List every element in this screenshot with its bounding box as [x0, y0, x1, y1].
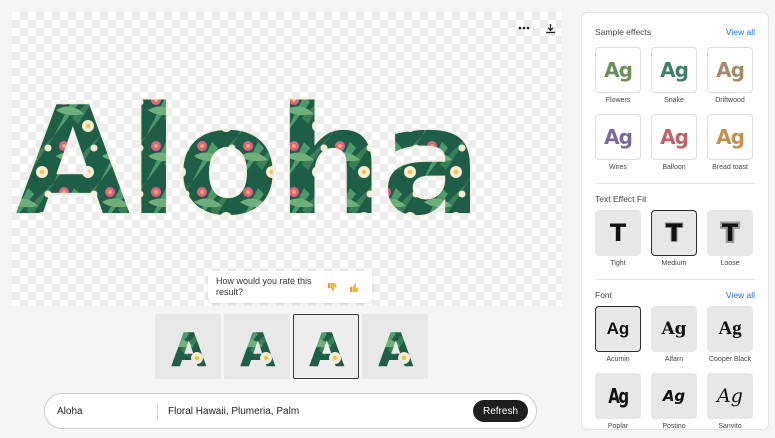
font-thumbnail: Ag — [707, 306, 753, 352]
download-icon[interactable] — [542, 20, 558, 36]
thumbs-down-icon[interactable] — [322, 277, 342, 297]
thumbs-up-icon[interactable] — [344, 277, 364, 297]
section-title: Font — [595, 290, 613, 300]
variation-letter: A — [240, 323, 276, 372]
text-effect-fit-header: Text Effect Fit — [595, 192, 755, 206]
canvas-toolbar — [516, 20, 558, 36]
section-divider — [595, 183, 755, 184]
canvas-area: Aloha How would you rate this result? A … — [0, 0, 572, 438]
effect-label: Bread toast — [712, 164, 748, 171]
fit-glyph: T — [665, 219, 683, 247]
effect-label: Wires — [609, 164, 627, 171]
variation-letter: A — [378, 323, 414, 372]
fit-loose[interactable]: T Loose — [707, 210, 753, 269]
variation-thumbnail[interactable]: A — [362, 314, 428, 379]
font-preview: Ag — [608, 384, 629, 408]
fit-label: Tight — [610, 260, 626, 267]
style-prompt-input[interactable]: Floral Hawaii, Plumeria, Palm — [168, 406, 473, 417]
rating-popover: How would you rate this result? — [208, 271, 372, 303]
options-panel: Sample effects View all Ag Flowers Ag Sn… — [581, 12, 769, 430]
effect-preview: Ag — [660, 58, 689, 82]
font-preview: Ag — [661, 319, 687, 339]
effect-driftwood[interactable]: Ag Driftwood — [707, 47, 753, 106]
effect-thumbnail: Ag — [651, 114, 697, 160]
fit-medium[interactable]: T Medium — [651, 210, 697, 269]
effect-thumbnail: Ag — [651, 47, 697, 93]
ellipsis-icon[interactable] — [516, 20, 532, 36]
fit-label: Loose — [720, 260, 740, 267]
font-alfarn[interactable]: Ag Alfarn — [651, 306, 697, 365]
effect-snake[interactable]: Ag Snake — [651, 47, 697, 106]
font-sanvito[interactable]: Ag Sanvito — [707, 373, 753, 432]
font-preview: Ag — [718, 318, 742, 339]
font-label: Alfarn — [664, 356, 684, 363]
effect-label: Flowers — [605, 97, 631, 104]
font-thumbnail: Ag — [595, 373, 641, 419]
effect-thumbnail: Ag — [707, 47, 753, 93]
effect-wires[interactable]: Ag Wires — [595, 114, 641, 173]
effect-preview: Ag — [604, 58, 633, 82]
fit-glyph: T — [721, 219, 739, 247]
effect-thumbnail: Ag — [595, 114, 641, 160]
font-thumbnail: Ag — [651, 306, 697, 352]
effect-preview: Ag — [716, 58, 745, 82]
font-label: Sanvito — [718, 423, 742, 430]
variation-thumbnail-selected[interactable]: A — [293, 314, 359, 379]
font-preview: Ag — [717, 385, 743, 407]
font-postino[interactable]: Ag Postino — [651, 373, 697, 432]
fit-thumbnail: T — [595, 210, 641, 256]
fit-glyph: T — [609, 219, 627, 247]
variation-thumbnail[interactable]: A — [224, 314, 290, 379]
effect-label: Balloon — [662, 164, 686, 171]
font-cooper-black[interactable]: Ag Cooper Black — [707, 306, 753, 365]
fit-tight[interactable]: T Tight — [595, 210, 641, 269]
font-label: Cooper Black — [708, 356, 752, 363]
variation-strip: A A A A — [155, 314, 428, 379]
generated-text-effect: Aloha — [13, 90, 484, 230]
effect-preview: Ag — [604, 125, 633, 149]
fit-options: T Tight T Medium T Loose — [595, 210, 755, 269]
variation-letter: A — [171, 323, 207, 372]
font-acumin[interactable]: Ag Acumin — [595, 306, 641, 365]
fit-thumbnail: T — [707, 210, 753, 256]
sample-effects-grid: Ag Flowers Ag Snake Ag Driftwood Ag Wire… — [595, 47, 755, 173]
prompt-divider — [157, 403, 158, 419]
effect-label: Driftwood — [715, 97, 745, 104]
font-thumbnail: Ag — [707, 373, 753, 419]
effect-balloon[interactable]: Ag Balloon — [651, 114, 697, 173]
app: Aloha How would you rate this result? A … — [0, 0, 775, 438]
font-header: Font View all — [595, 288, 755, 302]
rating-question: How would you rate this result? — [216, 276, 312, 297]
section-divider — [595, 279, 755, 280]
effect-flowers[interactable]: Ag Flowers — [595, 47, 641, 106]
font-label: Poplar — [607, 423, 629, 430]
font-preview: Ag — [606, 319, 630, 338]
font-label: Postino — [662, 423, 686, 430]
effect-bread-toast[interactable]: Ag Bread toast — [707, 114, 753, 173]
sample-effects-header: Sample effects View all — [595, 25, 755, 39]
hero-text: Aloha — [14, 90, 479, 230]
font-thumbnail-selected: Ag — [595, 306, 641, 352]
fit-label: Medium — [661, 260, 687, 267]
text-input[interactable]: Aloha — [57, 406, 157, 417]
section-title: Sample effects — [595, 27, 652, 37]
fit-thumbnail-selected: T — [651, 210, 697, 256]
section-title: Text Effect Fit — [595, 194, 647, 204]
effect-preview: Ag — [660, 125, 689, 149]
refresh-button[interactable]: Refresh — [472, 400, 528, 422]
effect-label: Snake — [664, 97, 684, 104]
effect-preview: Ag — [716, 125, 745, 149]
prompt-bar: Aloha Floral Hawaii, Plumeria, Palm Refr… — [44, 393, 537, 429]
view-all-fonts-link[interactable]: View all — [726, 290, 755, 300]
font-thumbnail: Ag — [651, 373, 697, 419]
effect-thumbnail: Ag — [595, 47, 641, 93]
variation-thumbnail[interactable]: A — [155, 314, 221, 379]
font-poplar[interactable]: Ag Poplar — [595, 373, 641, 432]
variation-letter: A — [309, 323, 345, 372]
font-label: Acumin — [606, 356, 630, 363]
font-preview: Ag — [662, 387, 686, 405]
view-all-effects-link[interactable]: View all — [726, 27, 755, 37]
font-grid: Ag Acumin Ag Alfarn Ag Cooper Black Ag P… — [595, 306, 755, 432]
effect-thumbnail: Ag — [707, 114, 753, 160]
